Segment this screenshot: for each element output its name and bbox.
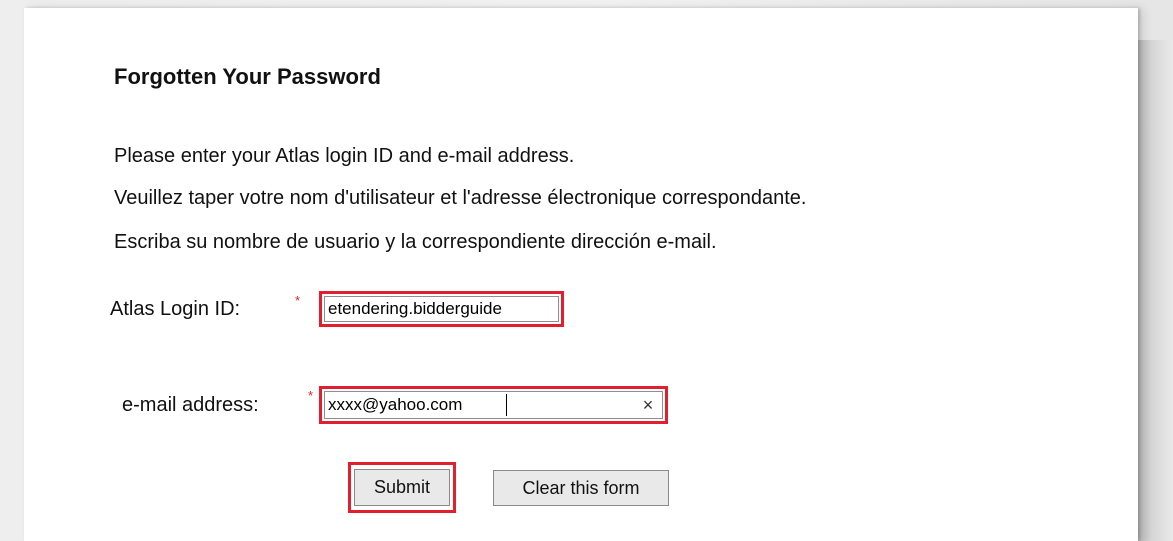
close-icon[interactable]: × — [638, 392, 658, 418]
clear-form-button[interactable]: Clear this form — [493, 470, 669, 506]
instruction-english: Please enter your Atlas login ID and e-m… — [114, 145, 575, 167]
instruction-spanish: Escriba su nombre de usuario y la corres… — [114, 231, 717, 253]
window-shadow — [1138, 40, 1173, 541]
login-id-input[interactable] — [324, 296, 559, 322]
email-input[interactable] — [324, 391, 663, 419]
submit-button[interactable]: Submit — [354, 469, 450, 506]
page-title: Forgotten Your Password — [114, 64, 381, 89]
instruction-french: Veuillez taper votre nom d'utilisateur e… — [114, 187, 807, 209]
login-required-mark: * — [295, 293, 301, 308]
email-required-mark: * — [308, 388, 314, 403]
text-caret — [506, 394, 507, 416]
login-id-label: Atlas Login ID: — [110, 298, 241, 320]
email-label: e-mail address: — [122, 394, 259, 416]
